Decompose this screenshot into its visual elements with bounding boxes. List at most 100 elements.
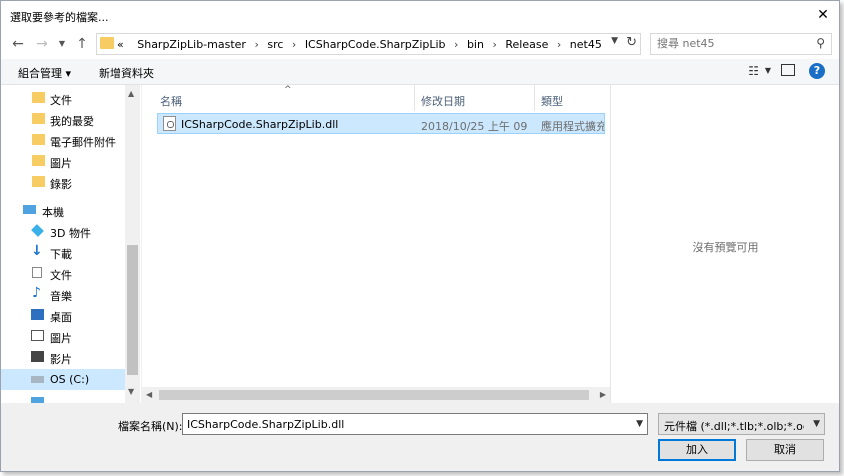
- sidebar-item-3d-objects[interactable]: 3D 物件: [1, 221, 125, 242]
- breadcrumb-item[interactable]: net45: [570, 38, 602, 51]
- chevron-down-icon: ▼: [58, 39, 66, 48]
- scroll-right-icon[interactable]: ▶: [600, 390, 606, 399]
- title-bar: 選取要參考的檔案... ✕: [1, 1, 839, 31]
- file-list: ^ 名稱 修改日期 類型 ICSharpCode.SharpZipLib.dll…: [142, 85, 610, 403]
- address-bar[interactable]: « SharpZipLib-master › src › ICSharpCode…: [96, 33, 641, 55]
- sidebar-item-label: 3D 物件: [50, 227, 91, 240]
- new-folder-button[interactable]: 新增資料夾: [99, 65, 154, 81]
- column-divider[interactable]: [414, 85, 415, 111]
- back-button[interactable]: ←: [9, 35, 27, 53]
- help-icon[interactable]: ?: [809, 63, 825, 79]
- breadcrumb-item[interactable]: Release: [505, 38, 548, 51]
- file-type-filter[interactable]: 元件檔 (*.dll;*.tlb;*.olb;*.ocx;*. ▼: [658, 413, 825, 435]
- sidebar-item-downloads[interactable]: ↓ 下載: [1, 242, 125, 263]
- breadcrumb-item[interactable]: ICSharpCode.SharpZipLib: [305, 38, 446, 51]
- file-row[interactable]: ICSharpCode.SharpZipLib.dll 2018/10/25 上…: [157, 113, 605, 134]
- file-type-filter-value: 元件檔 (*.dll;*.tlb;*.olb;*.ocx;*.: [664, 420, 804, 433]
- navigation-bar: ← → ▼ ↑ « SharpZipLib-master › src › ICS…: [1, 31, 839, 59]
- organize-button[interactable]: 組合管理 ▾: [18, 65, 71, 81]
- sidebar-item-label: 下載: [50, 248, 72, 261]
- breadcrumb-separator-icon[interactable]: ›: [557, 38, 561, 51]
- column-header-name[interactable]: 名稱: [160, 93, 182, 109]
- breadcrumb-item[interactable]: bin: [467, 38, 484, 51]
- column-divider[interactable]: [534, 85, 535, 111]
- sidebar-item-recordings[interactable]: 錄影: [1, 172, 125, 193]
- sidebar-item-documents[interactable]: 文件: [1, 88, 125, 109]
- refresh-icon[interactable]: ↻: [626, 35, 637, 50]
- sidebar-item-label: 音樂: [50, 290, 72, 303]
- download-icon: ↓: [31, 243, 43, 259]
- sidebar-item-network[interactable]: [1, 391, 125, 403]
- sidebar-item-email-attachments[interactable]: 電子郵件附件: [1, 130, 125, 151]
- chevron-down-icon[interactable]: ▼: [765, 66, 771, 75]
- videos-icon: [31, 351, 44, 362]
- drive-icon: [31, 376, 44, 383]
- command-bar: 組合管理 ▾ 新增資料夾 ☷ ▼ ?: [1, 59, 839, 85]
- folder-icon: [32, 155, 45, 166]
- scrollbar-thumb[interactable]: [127, 245, 138, 375]
- sidebar-item-desktop[interactable]: 桌面: [1, 305, 125, 326]
- breadcrumb-separator-icon[interactable]: ›: [454, 38, 458, 51]
- add-button[interactable]: 加入: [658, 439, 736, 461]
- sidebar-item-label: 圖片: [50, 332, 72, 345]
- file-date-modified: 2018/10/25 上午 09: [421, 120, 528, 133]
- sidebar-item-videos[interactable]: 影片: [1, 347, 125, 368]
- search-icon: ⚲: [816, 36, 825, 50]
- forward-button[interactable]: →: [33, 35, 51, 53]
- view-options-icon[interactable]: ☷: [748, 64, 759, 78]
- search-box[interactable]: ⚲: [650, 33, 832, 55]
- filename-value: ICSharpCode.SharpZipLib.dll: [187, 418, 345, 431]
- preview-pane: 沒有預覽可用: [610, 85, 839, 403]
- sidebar-item-favorites[interactable]: 我的最愛: [1, 109, 125, 130]
- sidebar-item-label: 桌面: [50, 311, 72, 324]
- sort-ascending-icon: ^: [284, 85, 292, 95]
- folder-icon: [32, 92, 45, 103]
- dll-file-icon: [163, 116, 176, 131]
- scroll-up-icon[interactable]: ▲: [128, 89, 134, 98]
- 3d-objects-icon: [31, 224, 44, 237]
- sidebar-scrollbar[interactable]: ▲ ▼: [125, 85, 140, 403]
- document-icon: [32, 267, 42, 278]
- sidebar-item-documents-library[interactable]: 文件: [1, 263, 125, 284]
- chevron-down-icon[interactable]: ▼: [636, 419, 643, 429]
- breadcrumb-item[interactable]: SharpZipLib-master: [137, 38, 246, 51]
- sidebar-item-this-pc[interactable]: 本機: [1, 200, 125, 221]
- address-dropdown-icon[interactable]: ▼: [611, 36, 618, 46]
- breadcrumb-overflow[interactable]: «: [117, 38, 124, 51]
- sidebar-item-label: 圖片: [50, 157, 72, 170]
- file-name: ICSharpCode.SharpZipLib.dll: [181, 118, 339, 131]
- breadcrumb-separator-icon[interactable]: ›: [254, 38, 258, 51]
- dialog-footer: 檔案名稱(N): ICSharpCode.SharpZipLib.dll ▼ 元…: [1, 403, 839, 471]
- preview-pane-icon[interactable]: [781, 64, 795, 76]
- open-file-dialog: 選取要參考的檔案... ✕ ← → ▼ ↑ « SharpZipLib-mast…: [0, 0, 840, 472]
- column-header-date-modified[interactable]: 修改日期: [421, 93, 465, 109]
- sidebar-item-os-drive[interactable]: OS (C:): [1, 369, 125, 390]
- sidebar-item-pictures-folder[interactable]: 圖片: [1, 151, 125, 172]
- sidebar-item-pictures[interactable]: 圖片: [1, 326, 125, 347]
- close-button[interactable]: ✕: [813, 5, 833, 25]
- scroll-left-icon[interactable]: ◀: [146, 390, 152, 399]
- recent-locations-button[interactable]: ▼: [53, 35, 71, 53]
- sidebar-item-music[interactable]: ♪ 音樂: [1, 284, 125, 305]
- search-input[interactable]: [657, 37, 807, 50]
- navigation-pane: 文件 我的最愛 電子郵件附件 圖片 錄影 本機 3D 物件 ↓ 下載 文件 ♪ …: [1, 85, 141, 403]
- sidebar-item-label: 文件: [50, 94, 72, 107]
- sidebar-item-label: 影片: [50, 353, 72, 366]
- breadcrumb-separator-icon[interactable]: ›: [492, 38, 496, 51]
- up-button[interactable]: ↑: [73, 35, 91, 53]
- pictures-icon: [31, 330, 44, 341]
- chevron-down-icon[interactable]: ▼: [813, 419, 820, 429]
- filename-field[interactable]: ICSharpCode.SharpZipLib.dll ▼: [182, 413, 648, 435]
- scroll-down-icon[interactable]: ▼: [128, 387, 134, 396]
- sidebar-item-label: 本機: [42, 206, 64, 219]
- file-type: 應用程式擴充: [541, 120, 604, 133]
- breadcrumb-item[interactable]: src: [267, 38, 283, 51]
- filename-label: 檔案名稱(N):: [118, 420, 183, 433]
- horizontal-scrollbar[interactable]: ◀ ▶: [142, 387, 610, 403]
- computer-icon: [23, 205, 36, 214]
- music-icon: ♪: [32, 285, 41, 301]
- cancel-button[interactable]: 取消: [746, 439, 824, 461]
- column-header-type[interactable]: 類型: [541, 93, 563, 109]
- scrollbar-thumb[interactable]: [159, 390, 589, 400]
- breadcrumb-separator-icon[interactable]: ›: [292, 38, 296, 51]
